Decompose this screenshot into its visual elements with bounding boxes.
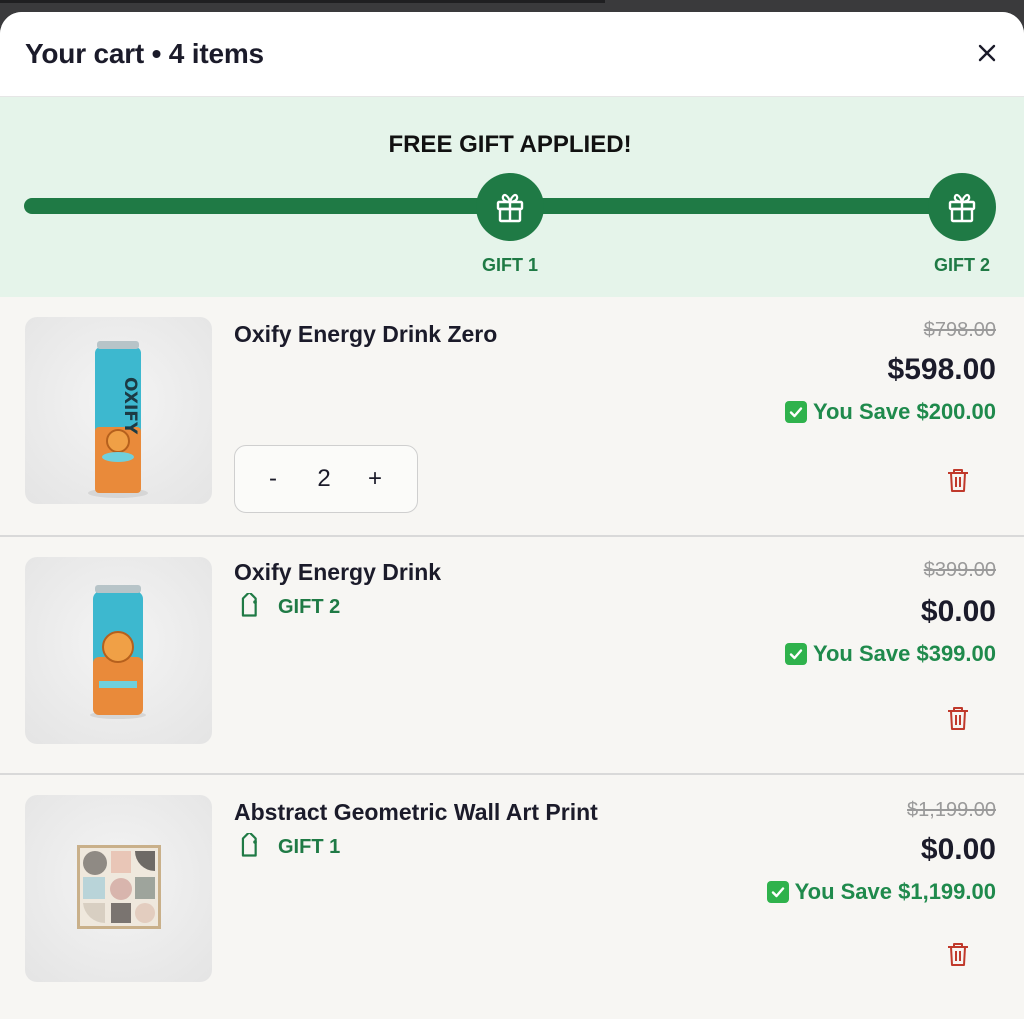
savings-text: You Save $399.00 [812, 641, 996, 666]
sale-price: $0.00 [920, 833, 996, 866]
gift-progress-message: FREE GIFT APPLIED! [388, 131, 632, 158]
gift-badge-label: GIFT 1 [278, 835, 341, 858]
compare-at-price: $1,199.00 [907, 799, 996, 821]
quantity-value[interactable]: 2 [317, 465, 330, 493]
gift-badge-label: GIFT 2 [278, 595, 341, 618]
cart-title: Your cart • 4 items [25, 38, 264, 69]
cart-line-item: OXIFY Oxify Energy Drink Zero $798.00 $5… [0, 297, 1024, 537]
energy-drink-can-image [90, 585, 146, 719]
gift-icon [496, 193, 524, 223]
compare-at-price: $798.00 [923, 319, 996, 341]
decrease-quantity-button[interactable]: - [263, 465, 283, 493]
energy-drink-can-image: OXIFY [88, 341, 148, 498]
quantity-stepper: - 2 + [234, 445, 418, 513]
cart-drawer: Your cart • 4 items FREE GIFT APPLIED! G… [0, 12, 1024, 1019]
checkmark-icon [784, 401, 807, 423]
gift-badge: GIFT 1 [236, 833, 340, 861]
sale-price: $598.00 [887, 353, 996, 386]
checkmark-icon [766, 881, 789, 903]
savings-label: You Save $200.00 [784, 399, 996, 425]
gift-icon [948, 193, 976, 223]
product-image[interactable]: OXIFY [25, 317, 212, 504]
cart-line-item: Abstract Geometric Wall Art Print GIFT 1… [0, 775, 1024, 1013]
savings-label: You Save $1,199.00 [766, 879, 996, 905]
product-image[interactable] [25, 795, 212, 982]
cart-line-item: Oxify Energy Drink GIFT 2 $399.00 $0.00 … [0, 537, 1024, 775]
gift-milestone-1 [476, 173, 544, 241]
svg-text:OXIFY: OXIFY [120, 377, 140, 435]
product-name[interactable]: Oxify Energy Drink Zero [234, 321, 497, 348]
trash-icon[interactable] [946, 941, 970, 967]
cart-header: Your cart • 4 items [0, 12, 1024, 97]
product-name[interactable]: Abstract Geometric Wall Art Print [234, 799, 598, 826]
savings-text: You Save $1,199.00 [794, 879, 996, 904]
gift-badge: GIFT 2 [236, 593, 340, 621]
compare-at-price: $399.00 [923, 559, 996, 581]
tag-icon [241, 593, 257, 617]
gift-progress-banner: FREE GIFT APPLIED! GIFT 1 GIFT 2 [0, 97, 1024, 297]
gift-milestone-1-label: GIFT 1 [481, 255, 538, 275]
savings-text: You Save $200.00 [812, 399, 996, 424]
product-name[interactable]: Oxify Energy Drink [234, 559, 441, 586]
savings-label: You Save $399.00 [784, 641, 996, 667]
tag-icon [241, 833, 257, 857]
trash-icon[interactable] [946, 705, 970, 731]
top-bar-strip [0, 0, 605, 3]
sale-price: $0.00 [920, 595, 996, 628]
wall-art-print-image [77, 845, 161, 929]
browser-top-bar [0, 0, 1024, 12]
increase-quantity-button[interactable]: + [365, 465, 385, 493]
product-image[interactable] [25, 557, 212, 744]
trash-icon[interactable] [946, 467, 970, 493]
checkmark-icon [784, 643, 807, 665]
gift-milestone-2-label: GIFT 2 [933, 255, 990, 275]
close-icon[interactable] [974, 40, 1000, 66]
gift-milestone-2 [928, 173, 996, 241]
